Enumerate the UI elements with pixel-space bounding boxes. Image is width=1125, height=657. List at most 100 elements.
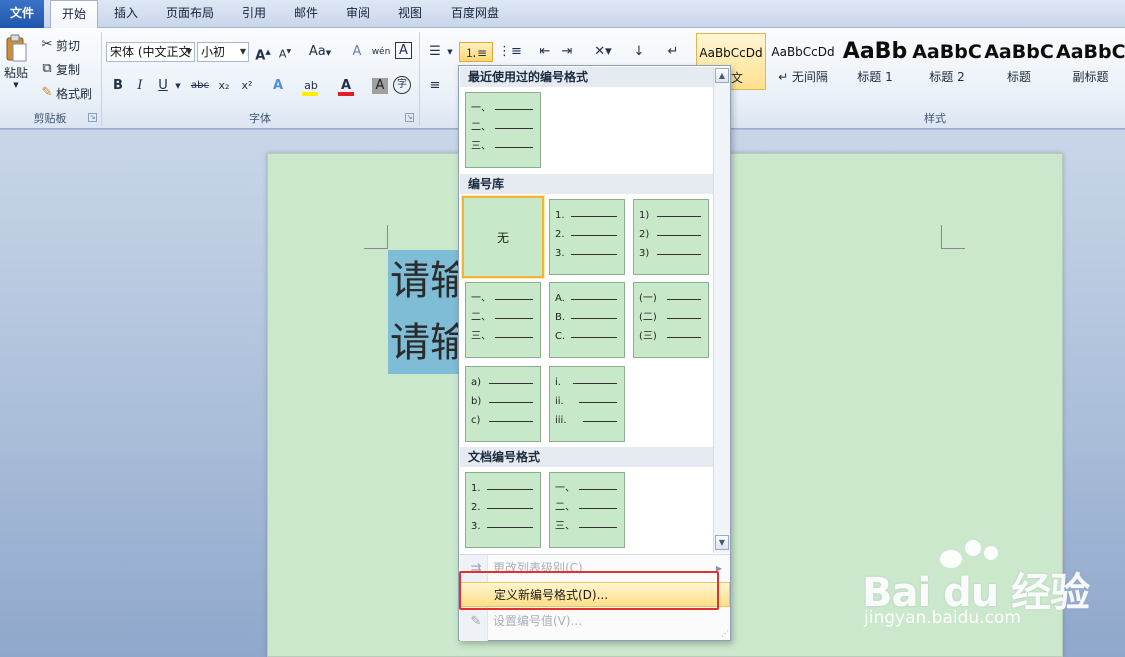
chevron-down-icon[interactable]: ▼ [445, 42, 455, 62]
line-placeholder [571, 318, 617, 319]
line-placeholder [495, 299, 533, 300]
style-name: 副标题 [1072, 70, 1109, 84]
chevron-down-icon: ▼ [185, 47, 192, 56]
clear-format-icon: A [352, 44, 362, 59]
grow-font-button[interactable]: A▲ [253, 42, 273, 63]
tab-mailings[interactable]: 邮件 [284, 0, 328, 28]
strikethrough-button[interactable]: abc [188, 76, 212, 96]
format-painter-button[interactable]: ✎ 格式刷 [38, 84, 92, 102]
paste-button[interactable]: 粘贴 ▼ [2, 34, 30, 94]
phonetic-guide-button[interactable]: wén [371, 42, 391, 62]
show-marks-icon[interactable]: ↵ [663, 42, 683, 62]
bold-button[interactable]: B [108, 76, 128, 96]
text-effect-icon[interactable]: A [268, 76, 288, 96]
number-label: 一、 [555, 483, 575, 494]
sort-icon[interactable]: ↓ [629, 42, 649, 62]
style-title[interactable]: AaBbC 标题 [984, 33, 1054, 90]
numbering-format-tile[interactable]: 1. 2. 3. [549, 199, 625, 275]
numbering-none-tile[interactable]: 无 [462, 196, 544, 278]
numbering-format-tile[interactable]: i. ii. iii. [549, 366, 625, 442]
scroll-up-icon[interactable]: ▲ [715, 68, 729, 83]
style-sample: AaBbC [912, 41, 982, 63]
line-placeholder [495, 318, 533, 319]
tab-review[interactable]: 审阅 [336, 0, 380, 28]
line-placeholder [579, 527, 617, 528]
crop-mark [941, 225, 965, 249]
superscript-button[interactable]: x² [237, 76, 257, 96]
align-left-icon[interactable]: ≡ [425, 76, 445, 96]
dropdown-scrollbar[interactable]: ▲ ▼ [713, 67, 730, 553]
numbering-button[interactable]: ⒈≡ [459, 42, 493, 62]
number-label: c) [471, 415, 481, 426]
tab-page-layout[interactable]: 页面布局 [158, 0, 222, 28]
crop-mark [364, 225, 388, 249]
style-heading-2[interactable]: AaBbC 标题 2 [912, 33, 982, 90]
style-heading-1[interactable]: AaBb 标题 1 [840, 33, 910, 90]
numbering-format-tile[interactable]: 一、 二、 三、 [465, 282, 541, 358]
font-color-button[interactable]: A [336, 76, 356, 96]
numbering-format-tile[interactable]: (一) (二) (三) [633, 282, 709, 358]
number-label: 三、 [471, 141, 491, 152]
tab-insert[interactable]: 插入 [104, 0, 148, 28]
clear-format-button[interactable]: A [347, 42, 367, 62]
selected-text-line[interactable]: 请输 [388, 312, 460, 374]
subscript-button[interactable]: x₂ [214, 76, 234, 96]
line-placeholder [657, 216, 701, 217]
resize-grip-icon[interactable]: ⋰ [721, 629, 729, 638]
menu-item-set-numbering-value[interactable]: ✎ 设置编号值(V)... [460, 609, 730, 634]
numbering-format-tile[interactable]: 一、 二、 三、 [465, 92, 541, 168]
chevron-down-icon[interactable]: ▼ [172, 76, 184, 96]
highlight-button[interactable]: ab [300, 76, 322, 96]
multilevel-list-icon[interactable]: ⋮≡ [497, 42, 523, 62]
scroll-down-icon[interactable]: ▼ [715, 535, 729, 550]
decrease-indent-icon[interactable]: ⇤ [535, 42, 555, 62]
copy-button[interactable]: ⧉ 复制 [38, 60, 80, 78]
tab-file[interactable]: 文件 [0, 0, 44, 28]
line-placeholder [495, 128, 533, 129]
numbering-icon: ⒈≡ [464, 46, 488, 60]
line-placeholder [579, 402, 617, 403]
line-placeholder [489, 421, 533, 422]
numbering-format-tile[interactable]: 1. 2. 3. [465, 472, 541, 548]
cut-button[interactable]: ✂ 剪切 [38, 36, 80, 54]
line-placeholder [487, 508, 533, 509]
font-launcher-icon[interactable]: ↘ [405, 113, 414, 122]
tab-home[interactable]: 开始 [50, 0, 98, 29]
line-placeholder [571, 216, 617, 217]
numbering-format-tile[interactable]: 1) 2) 3) [633, 199, 709, 275]
increase-indent-icon[interactable]: ⇥ [557, 42, 577, 62]
font-size-combo[interactable]: 小初 ▼ [197, 42, 249, 62]
bullets-icon[interactable]: ☰ [425, 42, 445, 62]
tab-view[interactable]: 视图 [388, 0, 432, 28]
format-painter-label: 格式刷 [56, 86, 93, 101]
tab-references[interactable]: 引用 [232, 0, 276, 28]
change-case-icon: Aa [308, 44, 326, 59]
number-label: 三、 [555, 521, 575, 532]
number-label: 一、 [471, 293, 491, 304]
line-placeholder [495, 109, 533, 110]
chinese-layout-icon[interactable]: ✕▾ [589, 42, 617, 62]
numbering-format-tile[interactable]: A. B. C. [549, 282, 625, 358]
char-border-button[interactable]: A [395, 42, 412, 59]
line-placeholder [487, 527, 533, 528]
tab-baidu-netdisk[interactable]: 百度网盘 [442, 0, 508, 28]
shrink-font-button[interactable]: A▼ [275, 42, 295, 62]
font-name-combo[interactable]: 宋体 (中文正文 ▼ [106, 42, 195, 62]
numbering-format-tile[interactable]: 一、 二、 三、 [549, 472, 625, 548]
char-border-icon: A [399, 43, 408, 58]
style-subtitle[interactable]: AaBbC 副标题 [1056, 33, 1125, 90]
font-color-icon: A [340, 78, 352, 93]
copy-icon: ⧉ [42, 61, 52, 76]
char-shading-button[interactable]: A [372, 78, 388, 94]
change-case-button[interactable]: Aa▼ [305, 42, 335, 62]
enclose-char-button[interactable]: 字 [393, 76, 411, 94]
line-placeholder [571, 235, 617, 236]
numbering-format-tile[interactable]: a) b) c) [465, 366, 541, 442]
selected-text-line[interactable]: 请输 [388, 250, 460, 312]
cut-label: 剪切 [56, 38, 81, 53]
underline-button[interactable]: U [153, 76, 173, 96]
style-no-spacing[interactable]: AaBbCcDd ↵ 无间隔 [768, 33, 838, 90]
number-label: 3) [639, 248, 650, 259]
clipboard-launcher-icon[interactable]: ↘ [88, 113, 97, 122]
italic-button[interactable]: I [130, 76, 150, 96]
